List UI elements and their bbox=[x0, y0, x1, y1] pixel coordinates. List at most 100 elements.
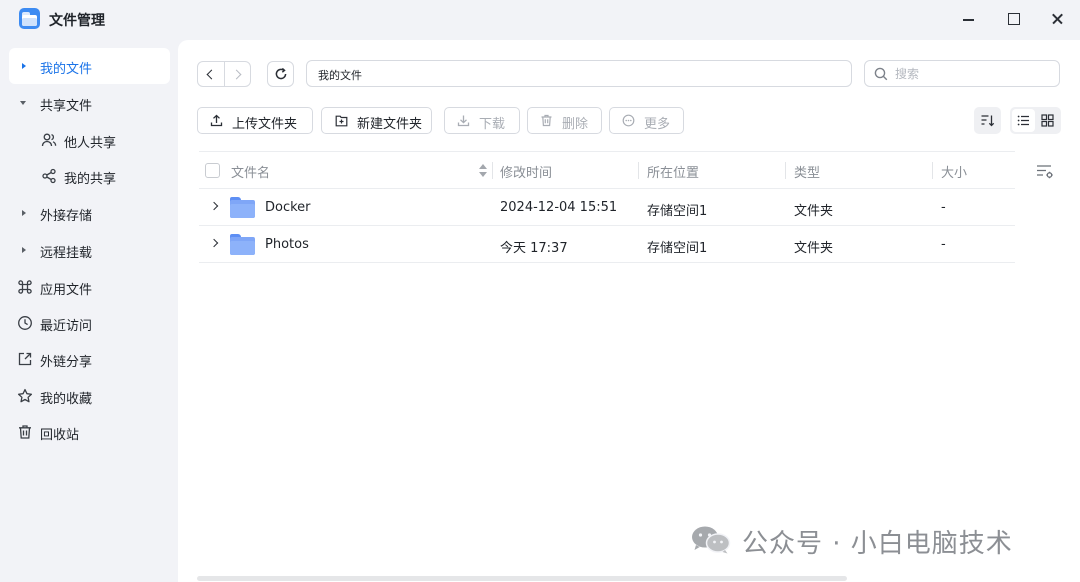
refresh-button[interactable] bbox=[267, 61, 294, 87]
search-box[interactable] bbox=[864, 60, 1060, 87]
sidebar-item-my-files[interactable]: 我的文件 bbox=[9, 48, 170, 84]
column-settings-icon[interactable] bbox=[1035, 161, 1055, 181]
sort-arrows-icon[interactable] bbox=[479, 164, 487, 178]
caret-down-icon bbox=[20, 101, 26, 105]
trash-icon bbox=[19, 425, 31, 439]
download-icon bbox=[457, 115, 470, 127]
select-all-checkbox[interactable] bbox=[205, 163, 220, 178]
path-bar[interactable]: 我的文件 bbox=[306, 60, 852, 87]
more-label: 更多 bbox=[644, 117, 671, 132]
file-modified: 今天 17:37 bbox=[500, 241, 568, 256]
table-row[interactable]: Photos 今天 17:37 存储空间1 文件夹 - bbox=[199, 226, 1015, 263]
path-text: 我的文件 bbox=[318, 69, 362, 82]
delete-label: 删除 bbox=[562, 117, 589, 132]
sidebar-item-remote-mount[interactable]: 远程挂载 bbox=[9, 232, 170, 268]
more-icon bbox=[622, 114, 635, 127]
new-folder-button[interactable]: 新建文件夹 bbox=[321, 107, 432, 134]
sidebar-item-label: 回收站 bbox=[40, 428, 80, 443]
external-link-icon bbox=[18, 352, 32, 366]
grid-view-icon bbox=[1041, 114, 1054, 127]
caret-right-icon bbox=[22, 210, 26, 216]
file-location: 存储空间1 bbox=[647, 241, 708, 256]
grid-view-button[interactable] bbox=[1036, 109, 1059, 132]
file-modified: 2024-12-04 15:51 bbox=[500, 200, 618, 215]
horizontal-scrollbar[interactable] bbox=[197, 576, 847, 581]
delete-button[interactable]: 删除 bbox=[527, 107, 602, 134]
watermark-text: 公众号 · 小白电脑技术 bbox=[742, 529, 1013, 559]
column-header-location[interactable]: 所在位置 bbox=[647, 162, 699, 181]
wechat-logo-icon bbox=[692, 526, 731, 554]
sidebar-item-label: 最近访问 bbox=[40, 319, 93, 334]
close-button[interactable] bbox=[1046, 8, 1070, 30]
sidebar-item-label: 应用文件 bbox=[40, 283, 93, 298]
column-header-modified[interactable]: 修改时间 bbox=[500, 162, 552, 181]
file-manager-app-icon bbox=[19, 8, 40, 29]
refresh-icon bbox=[275, 67, 287, 80]
sidebar-item-app-files[interactable]: 应用文件 bbox=[9, 269, 170, 305]
file-size: - bbox=[941, 237, 946, 252]
history-nav bbox=[197, 61, 251, 87]
chevron-right-icon[interactable] bbox=[209, 201, 219, 211]
sidebar-item-shared-with-me[interactable]: 他人共享 bbox=[9, 122, 170, 158]
sidebar-item-label: 我的文件 bbox=[40, 62, 93, 77]
sidebar-item-recycle-bin[interactable]: 回收站 bbox=[9, 414, 170, 450]
title-bar: 文件管理 bbox=[0, 0, 1080, 40]
sidebar: 我的文件 共享文件 他人共享 我的共享 外接存储 远程挂载 应用文件 最近访问 … bbox=[0, 40, 178, 582]
file-name: Docker bbox=[265, 200, 311, 215]
file-type: 文件夹 bbox=[794, 241, 834, 256]
sidebar-item-label: 远程挂载 bbox=[40, 246, 93, 261]
view-toggle bbox=[1010, 107, 1061, 134]
users-icon bbox=[41, 133, 57, 147]
list-view-icon bbox=[1017, 115, 1029, 126]
file-table: 文件名 修改时间 所在位置 类型 大小 Docker 2024-12-04 15… bbox=[199, 151, 1015, 263]
file-location: 存储空间1 bbox=[647, 204, 708, 219]
trash-icon bbox=[541, 114, 552, 127]
forward-button[interactable] bbox=[225, 62, 251, 86]
command-icon bbox=[18, 280, 32, 294]
file-type: 文件夹 bbox=[794, 204, 834, 219]
chevron-right-icon[interactable] bbox=[209, 238, 219, 248]
share-icon bbox=[42, 168, 56, 184]
table-row[interactable]: Docker 2024-12-04 15:51 存储空间1 文件夹 - bbox=[199, 189, 1015, 226]
star-icon bbox=[17, 388, 33, 403]
upload-icon bbox=[210, 114, 223, 127]
maximize-button[interactable] bbox=[1001, 8, 1025, 30]
new-folder-label: 新建文件夹 bbox=[357, 117, 423, 132]
sidebar-item-recent[interactable]: 最近访问 bbox=[9, 305, 170, 341]
caret-right-icon bbox=[22, 63, 26, 69]
sidebar-item-label: 我的收藏 bbox=[40, 392, 93, 407]
file-name: Photos bbox=[265, 237, 309, 252]
sidebar-item-label: 我的共享 bbox=[64, 172, 117, 187]
sidebar-item-favorites[interactable]: 我的收藏 bbox=[9, 378, 170, 414]
sidebar-item-label: 共享文件 bbox=[40, 99, 93, 114]
new-folder-icon bbox=[335, 115, 348, 127]
sidebar-item-external-storage[interactable]: 外接存储 bbox=[9, 195, 170, 231]
list-view-button[interactable] bbox=[1012, 109, 1035, 132]
folder-icon bbox=[230, 234, 255, 255]
clock-icon bbox=[18, 316, 32, 330]
sidebar-item-my-shares[interactable]: 我的共享 bbox=[9, 158, 170, 194]
caret-right-icon bbox=[22, 247, 26, 253]
search-icon bbox=[874, 67, 888, 81]
sort-icon bbox=[981, 115, 995, 127]
back-button[interactable] bbox=[198, 62, 224, 86]
column-header-type[interactable]: 类型 bbox=[794, 162, 820, 181]
file-size: - bbox=[941, 200, 946, 215]
column-header-size[interactable]: 大小 bbox=[941, 162, 967, 181]
sidebar-item-label: 外接存储 bbox=[40, 209, 93, 224]
sidebar-item-label: 他人共享 bbox=[64, 136, 117, 151]
column-header-name[interactable]: 文件名 bbox=[231, 162, 270, 181]
minimize-button[interactable] bbox=[956, 8, 980, 30]
table-header: 文件名 修改时间 所在位置 类型 大小 bbox=[199, 151, 1015, 189]
window-title: 文件管理 bbox=[49, 13, 105, 29]
download-button[interactable]: 下载 bbox=[444, 107, 520, 134]
sort-button[interactable] bbox=[974, 107, 1001, 134]
sidebar-item-link-share[interactable]: 外链分享 bbox=[9, 341, 170, 377]
search-input[interactable] bbox=[895, 65, 1045, 83]
sidebar-item-shared-files[interactable]: 共享文件 bbox=[9, 85, 170, 121]
download-label: 下载 bbox=[479, 117, 506, 132]
more-button[interactable]: 更多 bbox=[609, 107, 684, 134]
main-panel: 我的文件 上传文件夹 新建文件夹 下载 bbox=[178, 40, 1080, 582]
sidebar-item-label: 外链分享 bbox=[40, 355, 93, 370]
upload-folder-button[interactable]: 上传文件夹 bbox=[197, 107, 313, 134]
